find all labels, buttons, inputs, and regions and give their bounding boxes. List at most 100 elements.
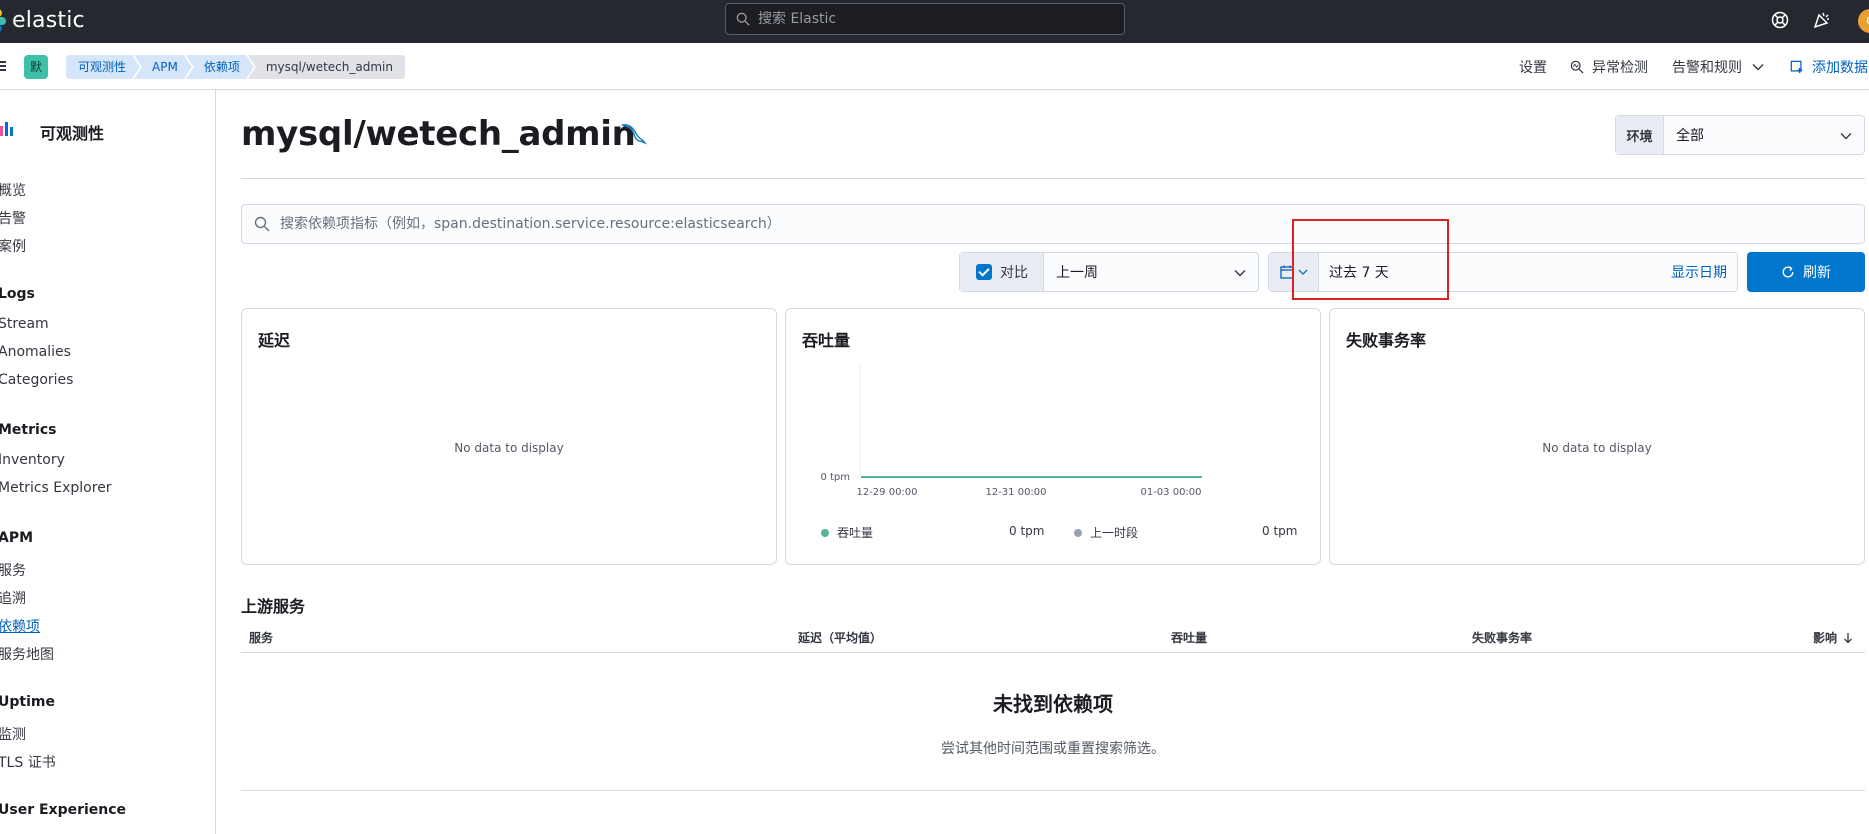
- column-header-latency[interactable]: 延迟（平均值）: [798, 629, 882, 646]
- legend-value: 0 tpm: [1009, 524, 1045, 538]
- chevron-down-icon: [1752, 64, 1764, 71]
- menu-toggle-icon[interactable]: [0, 61, 6, 71]
- alerts-rules-label: 告警和规则: [1672, 60, 1742, 76]
- empty-state-title: 未找到依赖项: [993, 692, 1113, 716]
- nav-item-monitors[interactable]: 监测: [0, 724, 26, 744]
- elastic-logo[interactable]: elastic: [0, 6, 85, 34]
- table-bottom-divider: [241, 790, 1865, 791]
- throughput-chart: 0 tpm 12-29 00:00 12-31 00:00 01-03 00:0…: [820, 364, 1202, 498]
- header-divider: [241, 178, 1865, 179]
- annotation-highlight-box: [1292, 219, 1449, 300]
- column-header-service[interactable]: 服务: [249, 629, 273, 646]
- x-tick-label: 12-29 00:00: [856, 487, 917, 498]
- legend-item-throughput[interactable]: 吞吐量: [821, 524, 873, 541]
- kql-search-input[interactable]: [280, 216, 1780, 232]
- comparison-period-select[interactable]: 上一周: [1044, 253, 1234, 291]
- nav-item-service-map[interactable]: 服务地图: [0, 644, 54, 664]
- top-header: elastic e: [0, 0, 1869, 43]
- failed-no-data: No data to display: [1542, 441, 1652, 455]
- legend-label: 上一时段: [1090, 526, 1139, 540]
- failed-transaction-rate-panel: 失败事务率 No data to display: [1329, 308, 1865, 565]
- refresh-icon: [1782, 266, 1794, 278]
- refresh-label: 刷新: [1803, 265, 1831, 281]
- latency-panel-title: 延迟: [258, 331, 291, 350]
- x-tick-label: 01-03 00:00: [1140, 487, 1201, 498]
- nav-title: 可观测性: [40, 124, 105, 143]
- side-navigation: 可观测性 概览 告警 案例 Logs Stream Anomalies Cate…: [0, 90, 216, 834]
- column-header-throughput[interactable]: 吞吐量: [1171, 629, 1207, 646]
- add-data-link[interactable]: 添加数据: [1790, 57, 1868, 77]
- alerts-rules-menu[interactable]: 告警和规则: [1672, 57, 1764, 77]
- anomaly-detection-link[interactable]: 异常检测: [1570, 57, 1648, 77]
- kql-search-bar[interactable]: [241, 204, 1865, 244]
- throughput-panel: 吞吐量 0 tpm 12-29 00:00 12-31 00:00 01-03 …: [785, 308, 1321, 565]
- nav-section-uptime: Uptime: [0, 694, 55, 710]
- legend-dot: [821, 528, 829, 537]
- global-search-input[interactable]: [758, 11, 1098, 27]
- environment-label: 环境: [1616, 116, 1664, 154]
- latency-panel: 延迟 No data to display: [241, 308, 777, 565]
- nav-item-metrics-explorer[interactable]: Metrics Explorer: [0, 480, 112, 496]
- legend-dot: [1074, 528, 1082, 537]
- environment-value: 全部: [1676, 128, 1704, 144]
- legend-value: 0 tpm: [1262, 524, 1298, 538]
- show-dates-button[interactable]: 显示日期: [1671, 253, 1737, 291]
- logo-text: elastic: [12, 7, 85, 33]
- nav-item-inventory[interactable]: Inventory: [0, 452, 65, 468]
- column-header-failed-rate[interactable]: 失败事务率: [1472, 629, 1532, 646]
- nav-item-traces[interactable]: 追溯: [0, 588, 26, 608]
- mysql-icon: [621, 124, 647, 145]
- news-feed-icon[interactable]: [1812, 10, 1832, 30]
- breadcrumb-apm[interactable]: APM: [134, 55, 192, 79]
- nav-item-overview[interactable]: 概览: [0, 180, 26, 200]
- breadcrumb-observability[interactable]: 可观测性: [66, 55, 140, 79]
- breadcrumb-current: mysql/wetech_admin: [247, 55, 405, 79]
- user-avatar[interactable]: e: [1858, 9, 1869, 33]
- empty-state-body: 尝试其他时间范围或重置搜索筛选。: [941, 741, 1165, 757]
- legend-label: 吞吐量: [837, 526, 874, 540]
- nav-item-cases[interactable]: 案例: [0, 236, 26, 256]
- nav-item-services[interactable]: 服务: [0, 560, 26, 580]
- page-title: mysql/wetech_admin: [241, 114, 636, 154]
- failed-panel-title: 失败事务率: [1346, 331, 1427, 350]
- search-icon: [736, 12, 750, 26]
- nav-section-user-experience[interactable]: User Experience: [0, 802, 126, 818]
- breadcrumb-dependencies[interactable]: 依赖项: [186, 55, 254, 79]
- anomaly-icon: [1570, 60, 1584, 74]
- elastic-logo-icon: [0, 6, 8, 34]
- nav-item-tls-certificates[interactable]: TLS 证书: [0, 752, 56, 772]
- observability-logo-icon: [0, 122, 13, 136]
- nav-item-alerts[interactable]: 告警: [0, 208, 26, 228]
- latency-no-data: No data to display: [454, 441, 564, 455]
- x-tick-label: 12-31 00:00: [985, 487, 1046, 498]
- global-search[interactable]: [725, 3, 1125, 35]
- chevron-down-icon: [1234, 270, 1246, 277]
- nav-item-stream[interactable]: Stream: [0, 316, 49, 332]
- search-icon: [254, 216, 270, 232]
- comparison-control[interactable]: 对比 上一周: [959, 252, 1259, 292]
- comparison-checkbox[interactable]: [976, 264, 992, 280]
- add-data-label: 添加数据: [1812, 60, 1868, 76]
- comparison-label: 对比: [1000, 265, 1028, 281]
- nav-section-apm: APM: [0, 530, 34, 546]
- breadcrumb-bar: 默 可观测性 APM 依赖项 mysql/wetech_admin 设置 异常检…: [0, 43, 1869, 90]
- help-icon[interactable]: [1770, 10, 1790, 30]
- nav-section-metrics: Metrics: [0, 422, 57, 438]
- space-avatar[interactable]: 默: [24, 55, 48, 79]
- anomaly-detection-label: 异常检测: [1592, 60, 1648, 76]
- sort-down-icon: [1844, 632, 1852, 643]
- legend-item-previous-period[interactable]: 上一时段: [1074, 524, 1138, 541]
- chevron-down-icon: [1840, 133, 1852, 140]
- comparison-toggle[interactable]: 对比: [960, 253, 1044, 291]
- refresh-button[interactable]: 刷新: [1747, 252, 1865, 292]
- column-header-impact[interactable]: 影响: [1813, 629, 1853, 646]
- environment-select[interactable]: 环境 全部: [1615, 115, 1865, 155]
- upstream-services-title: 上游服务: [241, 597, 306, 616]
- nav-item-dependencies[interactable]: 依赖项: [0, 616, 40, 636]
- nav-item-categories[interactable]: Categories: [0, 372, 73, 388]
- settings-link[interactable]: 设置: [1519, 57, 1547, 77]
- impact-label: 影响: [1813, 631, 1838, 645]
- nav-item-anomalies[interactable]: Anomalies: [0, 344, 71, 360]
- breadcrumb: 可观测性 APM 依赖项 mysql/wetech_admin: [66, 55, 405, 79]
- add-data-icon: [1790, 60, 1803, 74]
